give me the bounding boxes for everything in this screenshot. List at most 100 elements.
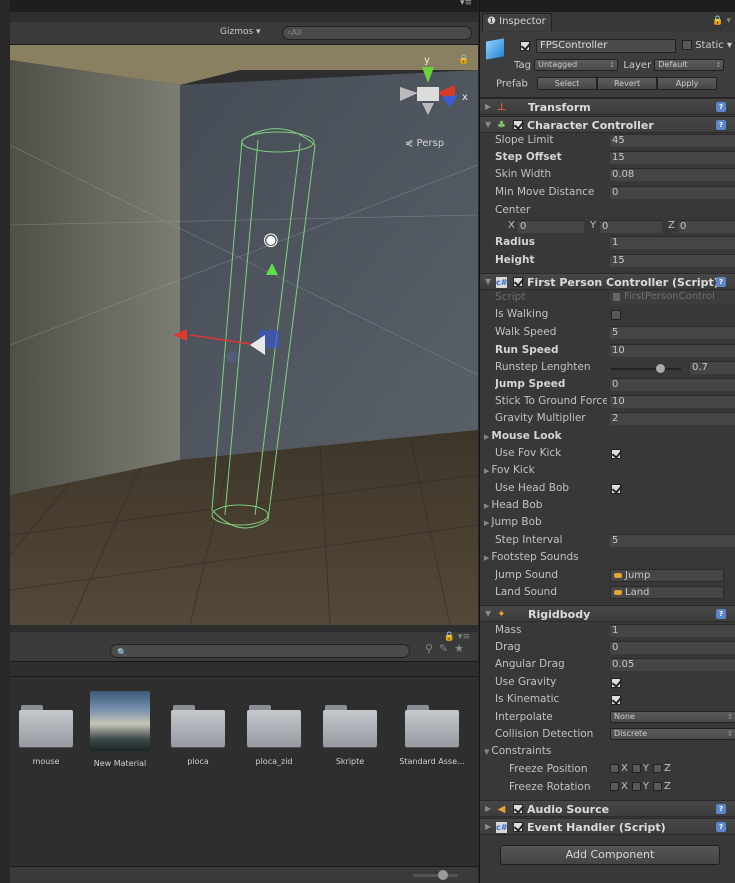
project-search-input[interactable]: 🔍 — [110, 644, 410, 658]
component-first-person-controller[interactable]: ▼ c# First Person Controller (Script) ? — [480, 273, 735, 290]
scene-search-input[interactable]: ⌕All — [282, 26, 472, 40]
runstep-slider-knob[interactable] — [656, 364, 665, 373]
scene-view[interactable]: ◉ y x 🔒 ⋞ Persp — [10, 45, 478, 625]
skin-width-field[interactable]: 0.08 — [610, 168, 735, 181]
asset-folder-skripte[interactable]: Skripte — [314, 691, 386, 766]
inspector-lock-icon[interactable]: 🔒 ▾ — [712, 16, 731, 26]
freeze-rotation-toggles[interactable]: X Y Z — [606, 781, 671, 792]
asset-folder-ploca[interactable]: ploca — [162, 691, 234, 766]
camera-icon[interactable]: ◉ — [263, 229, 279, 250]
step-offset-field[interactable]: 15 — [610, 151, 735, 164]
component-enabled-checkbox[interactable] — [513, 804, 523, 814]
freeze-position-toggles[interactable]: X Y Z — [606, 763, 671, 774]
active-checkbox[interactable] — [520, 41, 530, 51]
interpolate-dropdown[interactable]: None — [610, 711, 735, 723]
mouse-look-foldout[interactable]: ▶ Mouse Look — [484, 430, 562, 442]
persp-label[interactable]: ⋞ Persp — [405, 138, 444, 149]
tag-dropdown[interactable]: Untagged — [534, 59, 619, 71]
component-rigidbody[interactable]: ▼ ✦ Rigidbody ? — [480, 605, 735, 622]
min-move-distance-field[interactable]: 0 — [610, 186, 735, 199]
is-walking-checkbox[interactable] — [611, 310, 621, 320]
use-fov-kick-checkbox[interactable] — [611, 449, 621, 459]
asset-folder-ploca-zid[interactable]: ploca_zid — [238, 691, 310, 766]
scene-menu-icon[interactable]: ▾≡ — [460, 0, 472, 8]
mass-field[interactable]: 1 — [610, 624, 735, 637]
tab-inspector[interactable]: ❶ Inspector — [482, 13, 552, 31]
help-icon[interactable]: ? — [716, 822, 726, 832]
help-icon[interactable]: ? — [716, 804, 726, 814]
center-x-label: X — [508, 220, 515, 231]
prefab-select-button[interactable]: Select — [537, 77, 598, 90]
jump-bob-label: Jump Bob — [491, 516, 542, 528]
component-enabled-checkbox[interactable] — [513, 277, 523, 287]
layer-dropdown[interactable]: Default — [654, 59, 725, 71]
static-toggle[interactable]: Static ▾ — [682, 40, 732, 51]
freeze-pos-x-checkbox[interactable] — [610, 763, 619, 773]
head-bob-foldout[interactable]: ▶ Head Bob — [484, 499, 542, 511]
runstep-lenghten-field[interactable]: 0.7 — [690, 361, 735, 374]
component-audio-source[interactable]: ▶ ◀ Audio Source ? — [480, 800, 735, 817]
gameobject-name-field[interactable]: FPSController — [536, 39, 676, 53]
freeze-rot-y-checkbox[interactable] — [631, 781, 641, 791]
freeze-pos-y-checkbox[interactable] — [631, 763, 641, 773]
scene-lock-icon[interactable]: 🔒 — [458, 54, 469, 65]
help-icon[interactable]: ? — [716, 277, 726, 287]
stick-to-ground-force-field[interactable]: 10 — [610, 395, 735, 408]
static-checkbox[interactable] — [682, 40, 692, 50]
project-menu-icon[interactable]: 🔒 ▾≡ — [444, 632, 470, 642]
help-icon[interactable]: ? — [716, 120, 726, 130]
gizmo-x-label: x — [462, 92, 468, 103]
project-filter-icons[interactable]: ⚲✎★ — [425, 642, 470, 655]
jump-sound-field[interactable]: Jump — [610, 569, 724, 582]
freeze-rot-z-checkbox[interactable] — [652, 781, 662, 791]
freeze-position-label: Freeze Position — [509, 763, 588, 775]
jump-bob-foldout[interactable]: ▶ Jump Bob — [484, 516, 542, 528]
gizmos-dropdown[interactable]: Gizmos ▾ — [220, 27, 261, 37]
slope-limit-field[interactable]: 45 — [610, 134, 735, 147]
freeze-pos-z-checkbox[interactable] — [652, 763, 662, 773]
gravity-multiplier-field[interactable]: 2 — [610, 412, 735, 425]
center-z-field[interactable]: 0 — [678, 220, 735, 233]
prefab-revert-button[interactable]: Revert — [597, 77, 658, 90]
center-y-field[interactable]: 0 — [600, 220, 662, 233]
angular-drag-field[interactable]: 0.05 — [610, 658, 735, 671]
freeze-rot-x-checkbox[interactable] — [610, 781, 619, 791]
radius-field[interactable]: 1 — [610, 236, 735, 249]
asset-folder-mouse[interactable]: mouse — [10, 691, 82, 766]
runstep-slider-track[interactable] — [611, 368, 681, 370]
zoom-slider-track[interactable] — [413, 874, 458, 877]
folder-icon — [405, 705, 459, 749]
land-sound-field[interactable]: Land — [610, 586, 724, 599]
use-gravity-checkbox[interactable] — [611, 678, 621, 688]
run-speed-field[interactable]: 10 — [610, 344, 735, 357]
layer-label: Layer — [623, 60, 652, 71]
help-icon[interactable]: ? — [716, 102, 726, 112]
component-transform[interactable]: ▶ ⊥ Transform ? — [480, 98, 735, 115]
component-enabled-checkbox[interactable] — [513, 822, 523, 832]
add-component-button[interactable]: Add Component — [500, 845, 720, 865]
component-enabled-checkbox[interactable] — [513, 120, 523, 130]
asset-folder-standard-assets[interactable]: Standard Asse... — [392, 691, 472, 766]
center-x-field[interactable]: 0 — [518, 220, 584, 233]
mass-label: Mass — [495, 624, 522, 636]
asset-material-new-material[interactable]: New Material — [84, 691, 156, 768]
height-field[interactable]: 15 — [610, 254, 735, 267]
zoom-slider-knob[interactable] — [438, 870, 448, 880]
collision-detection-dropdown[interactable]: Discrete — [610, 728, 735, 740]
component-character-controller[interactable]: ▼ ♣ Character Controller ? — [480, 116, 735, 133]
foldout-arrow-icon: ▼ — [484, 748, 490, 756]
footstep-sounds-foldout[interactable]: ▶ Footstep Sounds — [484, 551, 579, 563]
jump-speed-field[interactable]: 0 — [610, 378, 735, 391]
use-head-bob-checkbox[interactable] — [611, 484, 621, 494]
is-kinematic-checkbox[interactable] — [611, 695, 621, 705]
prefab-apply-button[interactable]: Apply — [657, 77, 718, 90]
fov-kick-foldout[interactable]: ▶ Fov Kick — [484, 464, 535, 476]
component-event-handler[interactable]: ▶ c# Event Handler (Script) ? — [480, 818, 735, 835]
freeze-rotation-label: Freeze Rotation — [509, 781, 591, 793]
constraints-foldout[interactable]: ▼ Constraints — [484, 745, 551, 757]
walk-speed-field[interactable]: 5 — [610, 326, 735, 339]
inspector-panel: ❶ Inspector 🔒 ▾ FPSController Static ▾ T… — [479, 0, 735, 883]
drag-field[interactable]: 0 — [610, 641, 735, 654]
help-icon[interactable]: ? — [716, 609, 726, 619]
step-interval-field[interactable]: 5 — [610, 534, 735, 547]
